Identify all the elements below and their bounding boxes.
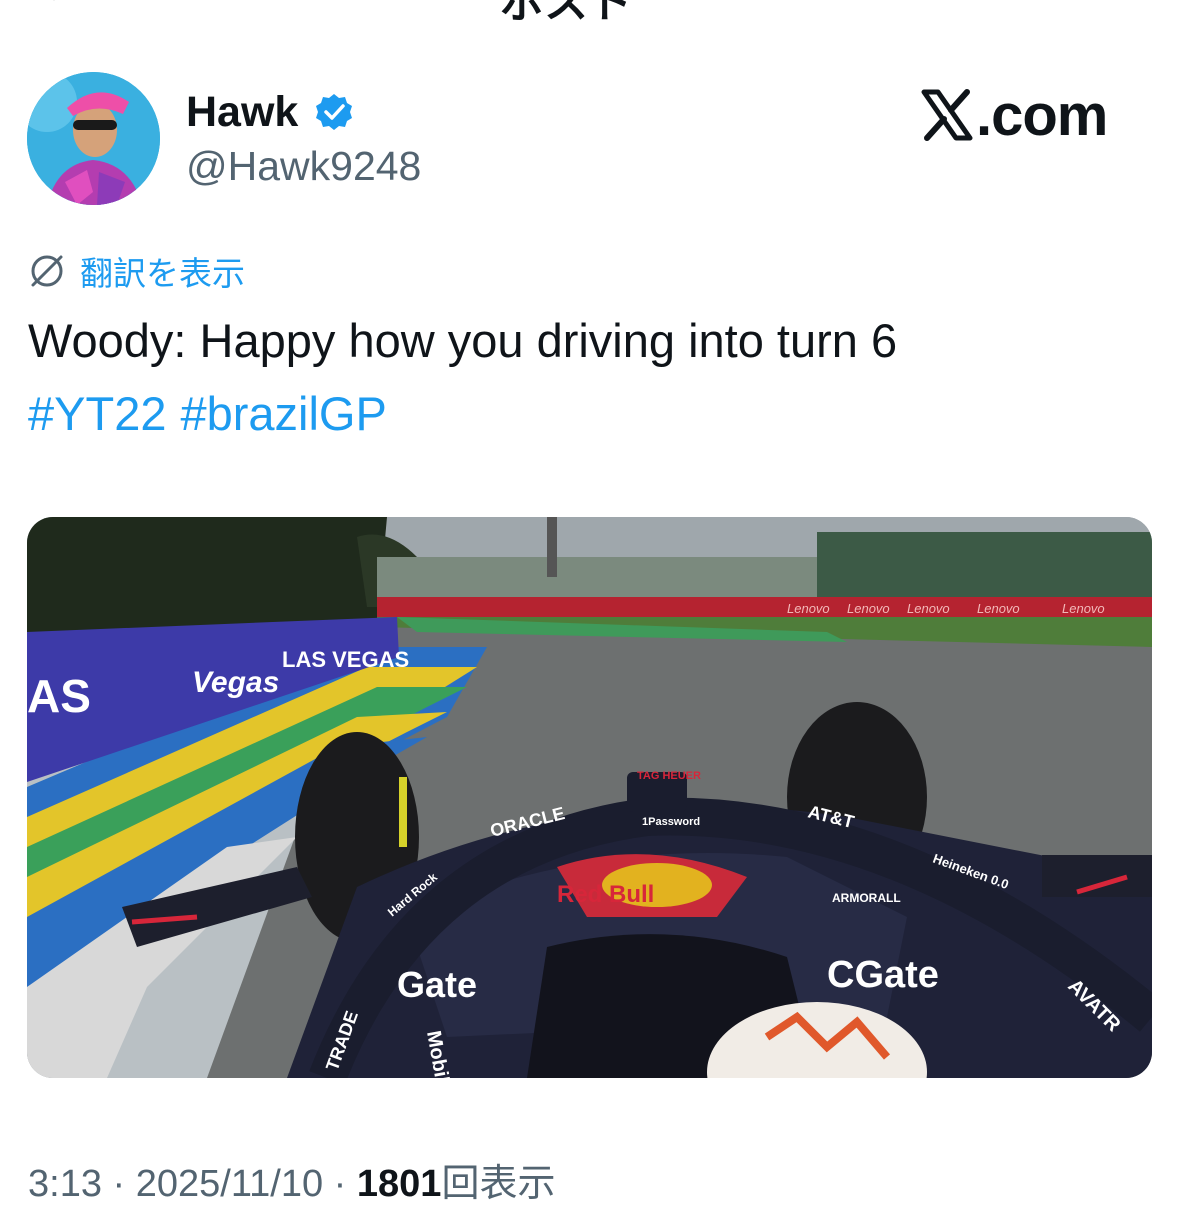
globe-icon: [31, 255, 63, 287]
translate-label[interactable]: 翻訳を表示: [80, 247, 245, 295]
svg-text:AS: AS: [27, 670, 91, 722]
svg-text:Lenovo: Lenovo: [847, 601, 890, 616]
x-com-brand: .com: [920, 80, 1108, 150]
tweet-media-image[interactable]: Lenovo Lenovo Lenovo Lenovo Lenovo AS Vegas…: [27, 517, 1152, 1078]
x-com-label: .com: [976, 82, 1108, 148]
hashtags: #YT22 #brazilGP: [28, 386, 401, 441]
svg-text:Lenovo: Lenovo: [907, 601, 950, 616]
meta-separator: ·: [101, 1163, 136, 1205]
meta-separator: ·: [323, 1163, 357, 1205]
hashtag-link[interactable]: #brazilGP: [180, 387, 386, 440]
verified-badge-icon: [316, 94, 352, 130]
page-title: ポスト: [500, 0, 632, 27]
svg-text:1Password: 1Password: [642, 816, 700, 828]
x-logo-icon: [921, 89, 973, 141]
translate-link[interactable]: 翻訳を表示: [28, 247, 245, 295]
avatar[interactable]: [27, 72, 160, 205]
svg-text:LAS VEGAS: LAS VEGAS: [282, 647, 409, 672]
svg-text:Lenovo: Lenovo: [787, 601, 830, 616]
views-count: 1801: [356, 1163, 442, 1205]
back-arrow-icon[interactable]: [34, 0, 64, 2]
author-display-name[interactable]: Hawk: [186, 88, 298, 137]
svg-text:Lenovo: Lenovo: [1062, 601, 1105, 616]
svg-text:CGate: CGate: [827, 954, 939, 996]
author-handle[interactable]: @Hawk9248: [186, 143, 421, 190]
tweet-meta: 3:13 · 2025/11/10 · 1801回表示: [28, 1152, 555, 1207]
svg-text:ARMORALL: ARMORALL: [832, 891, 901, 905]
tweet-date[interactable]: 2025/11/10: [136, 1163, 323, 1205]
svg-text:Vegas: Vegas: [192, 666, 279, 699]
views-label: 回表示: [441, 1163, 556, 1205]
tweet-text: Woody: Happy how you driving into turn 6: [28, 314, 898, 367]
tweet-time[interactable]: 3:13: [28, 1163, 102, 1205]
svg-text:Red Bull: Red Bull: [557, 881, 654, 908]
svg-text:Gate: Gate: [397, 964, 477, 1005]
svg-text:TAG HEUER: TAG HEUER: [637, 770, 701, 782]
hashtag-link[interactable]: #YT22: [28, 387, 166, 440]
svg-text:Lenovo: Lenovo: [977, 601, 1020, 616]
